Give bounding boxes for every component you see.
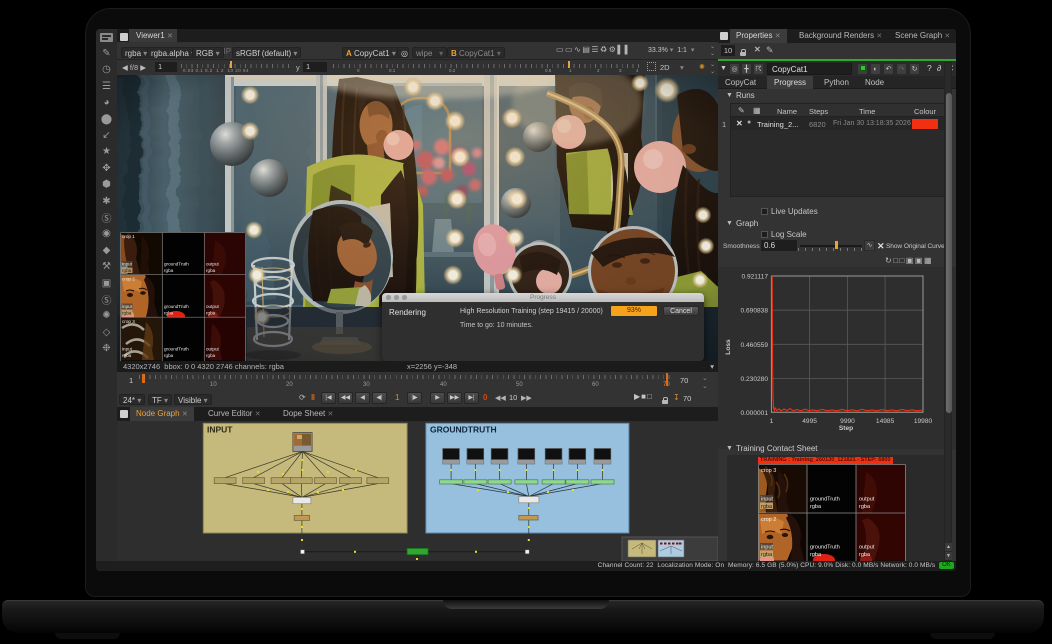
svg-text:rgba: rgba: [859, 504, 871, 510]
svg-text:rgba: rgba: [206, 268, 216, 273]
svg-text:14985: 14985: [876, 418, 895, 425]
svg-text:0.921117: 0.921117: [741, 274, 768, 281]
svg-text:crop 3: crop 3: [122, 319, 135, 324]
svg-text:input: input: [122, 262, 133, 267]
svg-text:GROUNDTRUTH: GROUNDTRUTH: [430, 425, 497, 435]
svg-text:rgba: rgba: [122, 311, 132, 316]
svg-text:4995: 4995: [802, 418, 817, 425]
svg-text:input: input: [122, 347, 133, 352]
svg-text:rgba: rgba: [810, 552, 822, 558]
svg-text:rgba: rgba: [164, 311, 174, 316]
svg-text:groundTruth: groundTruth: [164, 304, 189, 309]
svg-text:rgba: rgba: [761, 552, 773, 558]
svg-text:output: output: [859, 497, 875, 503]
svg-text:crop 2: crop 2: [761, 517, 776, 523]
svg-text:crop 3: crop 3: [761, 468, 776, 474]
svg-text:0.690838: 0.690838: [740, 308, 768, 315]
svg-text:0.000001: 0.000001: [740, 410, 768, 417]
svg-text:groundTruth: groundTruth: [810, 545, 840, 551]
svg-text:input: input: [761, 497, 773, 503]
svg-text:output: output: [206, 262, 219, 267]
svg-text:9990: 9990: [840, 418, 855, 425]
svg-text:input: input: [122, 304, 133, 309]
svg-text:19980: 19980: [914, 418, 933, 425]
svg-text:INPUT: INPUT: [207, 425, 233, 435]
svg-text:input: input: [761, 545, 773, 551]
svg-text:output: output: [206, 347, 219, 352]
svg-text:rgba: rgba: [859, 552, 871, 558]
svg-text:Loss: Loss: [725, 339, 732, 355]
svg-text:groundTruth: groundTruth: [810, 497, 840, 503]
svg-text:output: output: [859, 545, 875, 551]
svg-text:0.230280: 0.230280: [740, 376, 768, 383]
svg-text:rgba: rgba: [122, 268, 132, 273]
svg-text:rgba: rgba: [122, 353, 132, 358]
svg-text:output: output: [206, 304, 219, 309]
svg-text:rgba: rgba: [206, 353, 216, 358]
svg-text:rgba: rgba: [810, 504, 822, 510]
svg-text:0.460559: 0.460559: [740, 342, 768, 349]
svg-text:Step: Step: [839, 425, 853, 432]
svg-text:groundTruth: groundTruth: [164, 262, 189, 267]
svg-text:rgba: rgba: [206, 311, 216, 316]
svg-text:groundTruth: groundTruth: [164, 347, 189, 352]
svg-text:crop 2: crop 2: [122, 277, 135, 282]
svg-text:rgba: rgba: [761, 504, 773, 510]
svg-text:rgba: rgba: [164, 353, 174, 358]
svg-text:rgba: rgba: [164, 268, 174, 273]
svg-text:crop 1: crop 1: [122, 234, 135, 239]
svg-text:1: 1: [770, 418, 774, 425]
